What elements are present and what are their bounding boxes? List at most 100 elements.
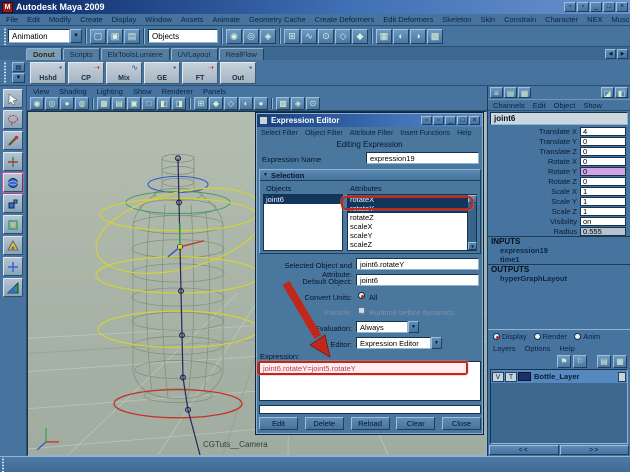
input-node-time1[interactable]: time1 [488,255,630,264]
layer-visibility-toggle[interactable]: V [492,371,504,382]
shelf-tab-realflow[interactable]: RealFlow [218,48,264,60]
layer-flag-icon[interactable]: ⚐ [573,355,587,368]
delete-button[interactable]: Delete [304,417,344,430]
snap-plane-icon[interactable]: ◇ [335,28,351,44]
cb-menu-edit[interactable]: Edit [533,101,546,110]
nav-previous-button[interactable]: << [489,445,559,455]
layer-color-swatch[interactable] [518,372,531,381]
radio-anim-icon[interactable] [574,333,582,340]
menu-display[interactable]: Display [112,15,137,24]
menu-skeleton[interactable]: Skeleton [442,15,471,24]
menu-skin[interactable]: Skin [480,15,495,24]
shelf-drag-handle[interactable] [2,61,7,84]
menu-window[interactable]: Window [145,15,172,24]
radio-render-icon[interactable] [533,333,541,340]
scale-tool-icon[interactable] [3,194,23,213]
channel-value-field[interactable]: 0 [580,176,626,186]
show-channel-box-icon[interactable]: ◪ [601,87,614,98]
shelf-tab-uvlayout[interactable]: UVLayout [170,48,218,60]
channel-value-field[interactable]: 4 [580,126,626,136]
channel-value-field[interactable]: 0 [580,156,626,166]
lasso-tool-icon[interactable] [3,110,23,129]
ee-menu-object-filter[interactable]: Object Filter [305,130,343,137]
default-object-field[interactable]: joint6 [356,274,479,286]
snap-grid-icon[interactable]: ⊞ [284,28,300,44]
layer-mode-render[interactable]: Render [533,332,567,341]
close-button[interactable]: Close [442,417,481,430]
paint-select-tool-icon[interactable] [3,131,23,150]
open-scene-icon[interactable]: ▣ [107,28,123,44]
ee-menu-select-filter[interactable]: Select Filter [261,130,298,137]
select-object-icon[interactable]: ◎ [243,28,259,44]
render-current-frame-icon[interactable]: ◐ [393,28,409,44]
ipr-render-icon[interactable]: ◑ [410,28,426,44]
ee-pin-button[interactable]: ▫ [421,116,432,125]
make-live-icon[interactable]: ◆ [352,28,368,44]
statusline-separator[interactable] [85,28,87,44]
snap-point-icon[interactable]: ⊙ [318,28,334,44]
ee-close-button[interactable]: × [469,116,480,125]
selected-object-attribute-field[interactable]: joint6.rotateY [356,258,479,270]
menu-character[interactable]: Character [545,15,578,24]
safe-title-icon[interactable]: ◈ [291,97,305,110]
shelf-button-cp[interactable]: ➝ CP [68,61,104,84]
selection-mask-selector[interactable]: Objects [148,29,218,43]
expression-text-area[interactable]: joint6.rotateY=joint5.rotateY [259,361,481,401]
scroll-up-icon[interactable]: ▲ [468,195,477,203]
shelf-tab-elxtools[interactable]: ElxToolsLumiere [100,48,170,60]
attr-item-scaley[interactable]: scaleY [348,231,476,240]
speed-slider-icon[interactable]: ▤ [504,87,517,98]
attr-item-scalex[interactable]: scaleX [348,222,476,231]
channel-value-field[interactable]: 1 [580,186,626,196]
layer-type-toggle[interactable]: T [505,371,517,382]
cb-menu-object[interactable]: Object [554,101,576,110]
channel-box-object-name[interactable]: joint6 [490,112,628,125]
layer-row-bottle-layer[interactable]: V T Bottle_Layer [491,370,627,383]
evaluation-dropdown-icon[interactable]: ▼ [408,321,419,333]
menuset-selector[interactable]: Animation ▼ [8,29,82,43]
attr-item-rotatez[interactable]: rotateZ [348,213,476,222]
select-camera-icon[interactable]: ◉ [30,97,44,110]
save-scene-icon[interactable]: ▤ [124,28,140,44]
objects-list-item-joint6[interactable]: joint6 [264,195,342,204]
clear-button[interactable]: Clear [396,417,436,430]
shaded-mode-icon[interactable]: ▤ [112,97,126,110]
expression-name-field[interactable]: expression19 [366,152,479,164]
convert-units-all-radio[interactable] [358,292,365,299]
radio-display-icon[interactable] [493,333,500,340]
menu-muscle[interactable]: Muscle [612,15,630,24]
panel-menu-panels[interactable]: Panels [203,87,226,96]
expression-editor-titlebar[interactable]: Expression Editor ▫ ▫ _ □ × [257,114,482,127]
select-hierarchy-icon[interactable]: ◉ [226,28,242,44]
layer-help-menu[interactable]: Help [559,344,574,353]
shelf-tab-scripts[interactable]: Scripts [62,48,100,60]
layer-extra-cell[interactable] [618,371,626,382]
cb-menu-channels[interactable]: Channels [493,101,525,110]
select-component-icon[interactable]: ◈ [260,28,276,44]
output-node-hypergraphlayout[interactable]: hyperGraphLayout [488,274,630,283]
menu-file[interactable]: File [6,15,18,24]
shelf-button-ft[interactable]: ➝ FT [182,61,218,84]
soft-modification-tool-icon[interactable] [3,236,23,255]
isolate-select-icon[interactable]: ◨ [172,97,186,110]
channel-value-field-highlighted[interactable]: 0 [580,166,626,176]
editor-dropdown-icon[interactable]: ▼ [431,337,442,349]
shelf-button-out[interactable]: ▪ Out [220,61,256,84]
attr-item-scalez[interactable]: scaleZ [348,240,476,249]
editor-dropdown-value[interactable]: Expression Editor [356,337,431,349]
shelf-tab-scroll-left-icon[interactable]: ◀ [605,49,616,59]
shelf-options-icon[interactable]: ▼ [12,73,25,83]
layer-mode-display[interactable]: Display [493,332,527,341]
attributes-list[interactable]: rotateX rotateY rotateZ scaleX scaleY sc… [347,194,477,251]
window-maximize-button[interactable]: □ [603,2,615,12]
panel-menu-renderer[interactable]: Renderer [162,87,193,96]
window-minimize-button[interactable]: _ [590,2,602,12]
reload-button[interactable]: Reload [350,417,390,430]
move-layer-flag-icon[interactable]: ⚑ [557,355,571,368]
menu-nex[interactable]: NEX [587,15,602,24]
render-settings-icon[interactable]: ▩ [427,28,443,44]
safe-action-icon[interactable]: ▩ [276,97,290,110]
last-tool-icon[interactable] [3,278,23,297]
attr-item-rotatex[interactable]: rotateX [348,195,476,204]
shelf-button-hshd[interactable]: ▪ Hshd [30,61,66,84]
